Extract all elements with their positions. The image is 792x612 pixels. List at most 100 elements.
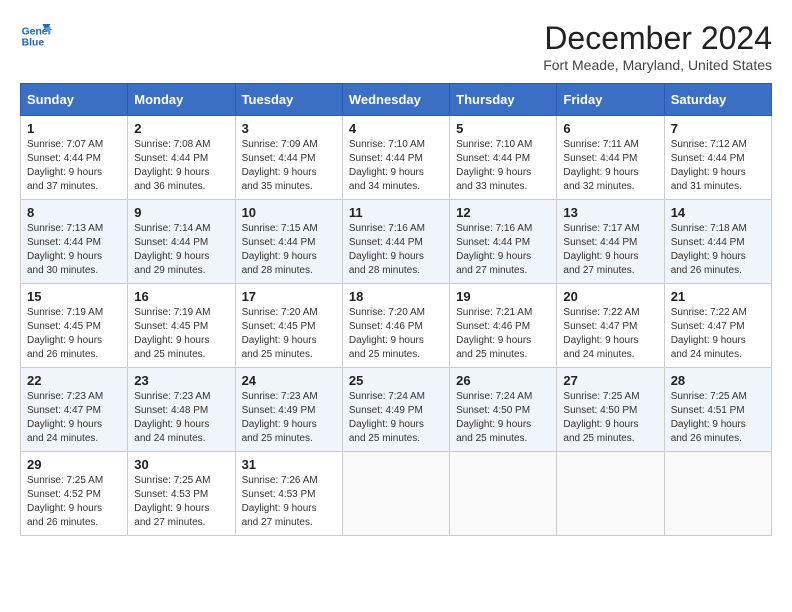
- day-number: 19: [456, 289, 550, 304]
- day-info: Sunrise: 7:15 AM Sunset: 4:44 PM Dayligh…: [242, 222, 336, 278]
- calendar-cell: 26 Sunrise: 7:24 AM Sunset: 4:50 PM Dayl…: [450, 368, 557, 452]
- day-info: Sunrise: 7:19 AM Sunset: 4:45 PM Dayligh…: [27, 306, 121, 362]
- calendar-cell: 29 Sunrise: 7:25 AM Sunset: 4:52 PM Dayl…: [21, 452, 128, 536]
- calendar-cell: [557, 452, 664, 536]
- calendar-cell: 6 Sunrise: 7:11 AM Sunset: 4:44 PM Dayli…: [557, 116, 664, 200]
- calendar-cell: 11 Sunrise: 7:16 AM Sunset: 4:44 PM Dayl…: [342, 200, 449, 284]
- weekday-header: Friday: [557, 84, 664, 116]
- day-number: 5: [456, 121, 550, 136]
- day-number: 30: [134, 457, 228, 472]
- day-number: 15: [27, 289, 121, 304]
- calendar-cell: 19 Sunrise: 7:21 AM Sunset: 4:46 PM Dayl…: [450, 284, 557, 368]
- day-number: 28: [671, 373, 765, 388]
- day-number: 29: [27, 457, 121, 472]
- day-info: Sunrise: 7:23 AM Sunset: 4:48 PM Dayligh…: [134, 390, 228, 446]
- day-number: 24: [242, 373, 336, 388]
- day-number: 1: [27, 121, 121, 136]
- day-number: 11: [349, 205, 443, 220]
- calendar-cell: 4 Sunrise: 7:10 AM Sunset: 4:44 PM Dayli…: [342, 116, 449, 200]
- weekday-header-row: SundayMondayTuesdayWednesdayThursdayFrid…: [21, 84, 772, 116]
- day-number: 23: [134, 373, 228, 388]
- day-number: 4: [349, 121, 443, 136]
- day-info: Sunrise: 7:22 AM Sunset: 4:47 PM Dayligh…: [563, 306, 657, 362]
- weekday-header: Monday: [128, 84, 235, 116]
- calendar-cell: 9 Sunrise: 7:14 AM Sunset: 4:44 PM Dayli…: [128, 200, 235, 284]
- day-info: Sunrise: 7:09 AM Sunset: 4:44 PM Dayligh…: [242, 138, 336, 194]
- day-info: Sunrise: 7:25 AM Sunset: 4:52 PM Dayligh…: [27, 474, 121, 530]
- day-info: Sunrise: 7:23 AM Sunset: 4:49 PM Dayligh…: [242, 390, 336, 446]
- calendar-cell: 23 Sunrise: 7:23 AM Sunset: 4:48 PM Dayl…: [128, 368, 235, 452]
- calendar-cell: 15 Sunrise: 7:19 AM Sunset: 4:45 PM Dayl…: [21, 284, 128, 368]
- day-info: Sunrise: 7:24 AM Sunset: 4:50 PM Dayligh…: [456, 390, 550, 446]
- day-info: Sunrise: 7:11 AM Sunset: 4:44 PM Dayligh…: [563, 138, 657, 194]
- day-number: 12: [456, 205, 550, 220]
- calendar-cell: 17 Sunrise: 7:20 AM Sunset: 4:45 PM Dayl…: [235, 284, 342, 368]
- weekday-header: Wednesday: [342, 84, 449, 116]
- day-number: 20: [563, 289, 657, 304]
- day-info: Sunrise: 7:08 AM Sunset: 4:44 PM Dayligh…: [134, 138, 228, 194]
- day-info: Sunrise: 7:18 AM Sunset: 4:44 PM Dayligh…: [671, 222, 765, 278]
- day-info: Sunrise: 7:10 AM Sunset: 4:44 PM Dayligh…: [349, 138, 443, 194]
- day-number: 31: [242, 457, 336, 472]
- day-info: Sunrise: 7:10 AM Sunset: 4:44 PM Dayligh…: [456, 138, 550, 194]
- month-title: December 2024: [543, 20, 772, 57]
- title-section: December 2024 Fort Meade, Maryland, Unit…: [543, 20, 772, 73]
- logo: General Blue: [20, 20, 52, 52]
- day-number: 27: [563, 373, 657, 388]
- day-info: Sunrise: 7:13 AM Sunset: 4:44 PM Dayligh…: [27, 222, 121, 278]
- calendar-cell: 18 Sunrise: 7:20 AM Sunset: 4:46 PM Dayl…: [342, 284, 449, 368]
- location-subtitle: Fort Meade, Maryland, United States: [543, 57, 772, 73]
- calendar-cell: 13 Sunrise: 7:17 AM Sunset: 4:44 PM Dayl…: [557, 200, 664, 284]
- day-number: 9: [134, 205, 228, 220]
- day-number: 16: [134, 289, 228, 304]
- day-info: Sunrise: 7:25 AM Sunset: 4:50 PM Dayligh…: [563, 390, 657, 446]
- day-number: 2: [134, 121, 228, 136]
- day-number: 18: [349, 289, 443, 304]
- day-info: Sunrise: 7:07 AM Sunset: 4:44 PM Dayligh…: [27, 138, 121, 194]
- day-number: 8: [27, 205, 121, 220]
- weekday-header: Saturday: [664, 84, 771, 116]
- calendar-cell: 25 Sunrise: 7:24 AM Sunset: 4:49 PM Dayl…: [342, 368, 449, 452]
- calendar-cell: 1 Sunrise: 7:07 AM Sunset: 4:44 PM Dayli…: [21, 116, 128, 200]
- day-info: Sunrise: 7:19 AM Sunset: 4:45 PM Dayligh…: [134, 306, 228, 362]
- day-info: Sunrise: 7:16 AM Sunset: 4:44 PM Dayligh…: [349, 222, 443, 278]
- day-info: Sunrise: 7:21 AM Sunset: 4:46 PM Dayligh…: [456, 306, 550, 362]
- calendar-cell: 12 Sunrise: 7:16 AM Sunset: 4:44 PM Dayl…: [450, 200, 557, 284]
- day-number: 7: [671, 121, 765, 136]
- calendar-cell: 22 Sunrise: 7:23 AM Sunset: 4:47 PM Dayl…: [21, 368, 128, 452]
- calendar-cell: 14 Sunrise: 7:18 AM Sunset: 4:44 PM Dayl…: [664, 200, 771, 284]
- day-number: 17: [242, 289, 336, 304]
- calendar-cell: [450, 452, 557, 536]
- calendar-week-row: 15 Sunrise: 7:19 AM Sunset: 4:45 PM Dayl…: [21, 284, 772, 368]
- calendar-cell: 28 Sunrise: 7:25 AM Sunset: 4:51 PM Dayl…: [664, 368, 771, 452]
- day-number: 22: [27, 373, 121, 388]
- logo-icon: General Blue: [20, 20, 52, 52]
- calendar-week-row: 1 Sunrise: 7:07 AM Sunset: 4:44 PM Dayli…: [21, 116, 772, 200]
- calendar-week-row: 22 Sunrise: 7:23 AM Sunset: 4:47 PM Dayl…: [21, 368, 772, 452]
- calendar-cell: 24 Sunrise: 7:23 AM Sunset: 4:49 PM Dayl…: [235, 368, 342, 452]
- day-number: 14: [671, 205, 765, 220]
- calendar-cell: 20 Sunrise: 7:22 AM Sunset: 4:47 PM Dayl…: [557, 284, 664, 368]
- day-info: Sunrise: 7:17 AM Sunset: 4:44 PM Dayligh…: [563, 222, 657, 278]
- day-info: Sunrise: 7:20 AM Sunset: 4:45 PM Dayligh…: [242, 306, 336, 362]
- day-info: Sunrise: 7:20 AM Sunset: 4:46 PM Dayligh…: [349, 306, 443, 362]
- day-info: Sunrise: 7:26 AM Sunset: 4:53 PM Dayligh…: [242, 474, 336, 530]
- calendar-cell: 16 Sunrise: 7:19 AM Sunset: 4:45 PM Dayl…: [128, 284, 235, 368]
- calendar-cell: [664, 452, 771, 536]
- day-info: Sunrise: 7:24 AM Sunset: 4:49 PM Dayligh…: [349, 390, 443, 446]
- day-info: Sunrise: 7:12 AM Sunset: 4:44 PM Dayligh…: [671, 138, 765, 194]
- calendar-cell: 31 Sunrise: 7:26 AM Sunset: 4:53 PM Dayl…: [235, 452, 342, 536]
- calendar-cell: [342, 452, 449, 536]
- day-number: 26: [456, 373, 550, 388]
- day-number: 6: [563, 121, 657, 136]
- calendar-cell: 5 Sunrise: 7:10 AM Sunset: 4:44 PM Dayli…: [450, 116, 557, 200]
- calendar-week-row: 29 Sunrise: 7:25 AM Sunset: 4:52 PM Dayl…: [21, 452, 772, 536]
- weekday-header: Thursday: [450, 84, 557, 116]
- day-info: Sunrise: 7:25 AM Sunset: 4:53 PM Dayligh…: [134, 474, 228, 530]
- calendar-cell: 7 Sunrise: 7:12 AM Sunset: 4:44 PM Dayli…: [664, 116, 771, 200]
- day-info: Sunrise: 7:25 AM Sunset: 4:51 PM Dayligh…: [671, 390, 765, 446]
- day-info: Sunrise: 7:14 AM Sunset: 4:44 PM Dayligh…: [134, 222, 228, 278]
- weekday-header: Tuesday: [235, 84, 342, 116]
- day-number: 13: [563, 205, 657, 220]
- calendar-table: SundayMondayTuesdayWednesdayThursdayFrid…: [20, 83, 772, 536]
